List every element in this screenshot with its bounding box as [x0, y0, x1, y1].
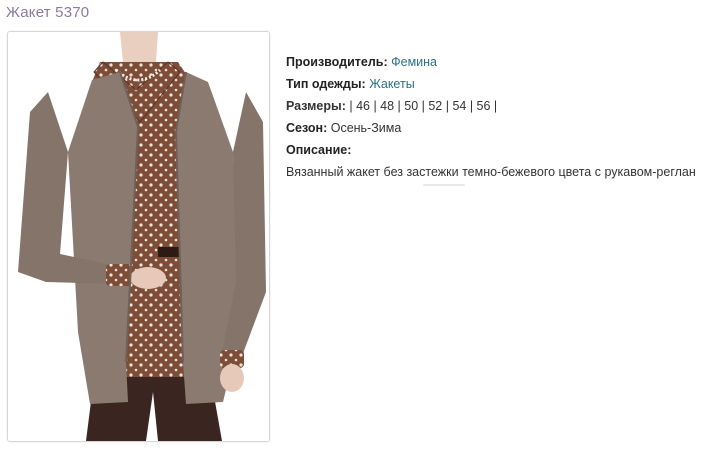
- description-label-row: Описание:: [286, 139, 696, 161]
- product-details: Производитель: Фемина Тип одежды: Жакеты…: [286, 51, 696, 183]
- sizes-label: Размеры:: [286, 99, 346, 113]
- sizes-row: Размеры: | 46 | 48 | 50 | 52 | 54 | 56 |: [286, 95, 696, 117]
- product-photo[interactable]: [7, 31, 270, 442]
- sizes-list: | 46 | 48 | 50 | 52 | 54 | 56 |: [349, 99, 498, 113]
- clothing-type-link[interactable]: Жакеты: [369, 77, 415, 91]
- product-illustration: [8, 32, 269, 441]
- description-label: Описание:: [286, 143, 352, 157]
- page-title: Жакет 5370: [6, 4, 90, 21]
- description-text: Вязанный жакет без застежки темно-бежево…: [286, 165, 696, 179]
- manufacturer-label: Производитель:: [286, 55, 388, 69]
- clothing-type-label: Тип одежды:: [286, 77, 366, 91]
- season-value: Осень-Зима: [330, 121, 402, 135]
- divider: [423, 184, 465, 186]
- manufacturer-row: Производитель: Фемина: [286, 51, 696, 73]
- season-label: Сезон:: [286, 121, 328, 135]
- season-row: Сезон: Осень-Зима: [286, 117, 696, 139]
- manufacturer-link[interactable]: Фемина: [391, 55, 437, 69]
- clothing-type-row: Тип одежды: Жакеты: [286, 73, 696, 95]
